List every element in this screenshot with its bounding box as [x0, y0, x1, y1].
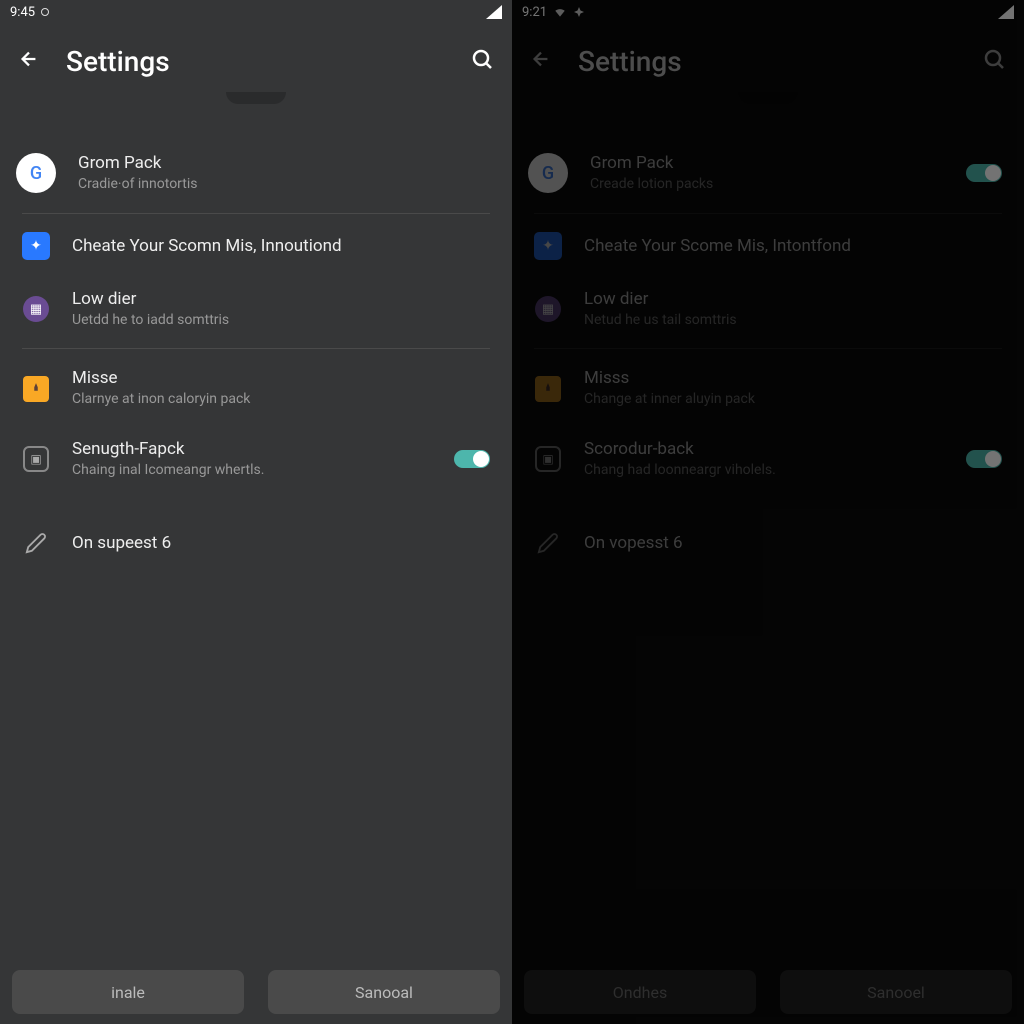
image-icon: ▣ [23, 446, 49, 472]
wifi-icon [553, 5, 567, 19]
item-low-dier[interactable]: ▦ Low dier Netud he us tail somttris [512, 274, 1024, 345]
notch-divider [512, 98, 1024, 108]
button-sanooal[interactable]: Sanooal [268, 970, 500, 1014]
status-time: 9:45 [10, 5, 35, 20]
back-button[interactable] [530, 48, 554, 75]
item-vopesst[interactable]: On vopesst 6 [512, 515, 1024, 571]
pencil-icon [534, 529, 562, 557]
item-grom-pack[interactable]: G Grom Pack Creade lotion packs [512, 138, 1024, 209]
item-title: Senugth-Fapck [72, 438, 432, 460]
search-button[interactable] [470, 47, 494, 75]
calendar-icon: ▦ [23, 296, 49, 322]
header: Settings [512, 24, 1024, 98]
settings-list: G Grom Pack Cradie·of innotortis ✦ Cheat… [0, 108, 512, 960]
google-icon: G [16, 153, 56, 193]
button-ondhes[interactable]: Ondhes [524, 970, 756, 1014]
separator [534, 213, 1002, 214]
separator [22, 213, 490, 214]
image-icon: ▣ [535, 446, 561, 472]
status-bar: 9:21 [512, 0, 1024, 24]
status-time: 9:21 [522, 5, 547, 20]
item-senugth[interactable]: ▣ Senugth-Fapck Chaing inal Icomeangr wh… [0, 424, 512, 495]
item-title: Misse [72, 367, 490, 389]
item-subtitle: Clarnye at inon caloryin pack [72, 390, 490, 410]
rocket-icon [23, 376, 49, 402]
toggle-senugth[interactable] [454, 450, 490, 468]
rocket-icon [535, 376, 561, 402]
item-title: Misss [584, 367, 1002, 389]
item-supeest[interactable]: On supeest 6 [0, 515, 512, 571]
button-inale[interactable]: inale [12, 970, 244, 1014]
signal-icon [486, 5, 502, 19]
notch-divider [0, 98, 512, 108]
item-title: On vopesst 6 [584, 532, 1002, 554]
bottom-buttons: inale Sanooal [0, 960, 512, 1024]
notification-dot-icon [41, 8, 49, 16]
bottom-buttons: Ondhes Sanooel [512, 960, 1024, 1024]
item-subtitle: Chang had loonneargr viholels. [584, 461, 944, 481]
item-title: Grom Pack [78, 152, 490, 174]
item-subtitle: Cradie·of innotortis [78, 175, 490, 195]
item-subtitle: Uetdd he to iadd somttris [72, 311, 490, 331]
item-misse[interactable]: Misse Clarnye at inon caloryin pack [0, 353, 512, 424]
item-title: Low dier [72, 288, 490, 310]
right-panel: 9:21 Settings G Grom Pack Creade lotion … [512, 0, 1024, 1024]
item-cheate[interactable]: ✦ Cheate Your Scome Mis, Intontfond [512, 218, 1024, 274]
back-button[interactable] [18, 48, 42, 75]
item-cheate[interactable]: ✦ Cheate Your Scomn Mis, Innoutiond [0, 218, 512, 274]
shield-icon: ✦ [22, 232, 50, 260]
item-title: Cheate Your Scomn Mis, Innoutiond [72, 235, 490, 257]
item-misse[interactable]: Misss Change at inner aluyin pack [512, 353, 1024, 424]
pencil-icon [22, 529, 50, 557]
item-title: Scorodur-back [584, 438, 944, 460]
item-low-dier[interactable]: ▦ Low dier Uetdd he to iadd somttris [0, 274, 512, 345]
item-title: Grom Pack [590, 152, 944, 174]
google-icon: G [528, 153, 568, 193]
left-panel: 9:45 Settings G Grom Pack Cradie·of inno… [0, 0, 512, 1024]
item-subtitle: Netud he us tail somttris [584, 311, 1002, 331]
button-sanooel[interactable]: Sanooel [780, 970, 1012, 1014]
item-title: Low dier [584, 288, 1002, 310]
signal-icon [998, 5, 1014, 19]
location-icon [573, 6, 585, 18]
item-subtitle: Change at inner aluyin pack [584, 390, 1002, 410]
item-subtitle: Chaing inal Icomeangr whertls. [72, 461, 432, 481]
search-button[interactable] [982, 47, 1006, 75]
settings-list: G Grom Pack Creade lotion packs ✦ Cheate… [512, 108, 1024, 960]
page-title: Settings [578, 45, 958, 78]
toggle-scorodur[interactable] [966, 450, 1002, 468]
status-bar: 9:45 [0, 0, 512, 24]
header: Settings [0, 24, 512, 98]
shield-icon: ✦ [534, 232, 562, 260]
toggle-grom-pack[interactable] [966, 164, 1002, 182]
item-title: On supeest 6 [72, 532, 490, 554]
separator [534, 348, 1002, 349]
item-grom-pack[interactable]: G Grom Pack Cradie·of innotortis [0, 138, 512, 209]
separator [22, 348, 490, 349]
item-scorodur[interactable]: ▣ Scorodur-back Chang had loonneargr vih… [512, 424, 1024, 495]
calendar-icon: ▦ [535, 296, 561, 322]
item-title: Cheate Your Scome Mis, Intontfond [584, 235, 1002, 257]
item-subtitle: Creade lotion packs [590, 175, 944, 195]
page-title: Settings [66, 45, 446, 78]
